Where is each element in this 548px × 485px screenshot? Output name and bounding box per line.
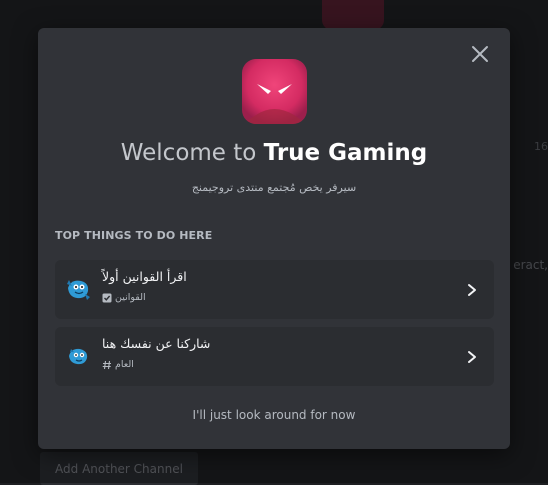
- welcome-modal: Welcome to True Gaming سيرفر يخص مُجتمع …: [38, 28, 510, 449]
- section-heading: TOP THINGS TO DO HERE: [55, 229, 213, 242]
- task-channel-name: العام: [115, 359, 134, 370]
- blue-creature-icon: [65, 343, 91, 369]
- server-name: True Gaming: [263, 140, 428, 166]
- rules-check-icon: [102, 293, 112, 303]
- task-channel: العام: [102, 359, 134, 370]
- welcome-prefix: Welcome to: [120, 140, 264, 166]
- task-card-introduce[interactable]: شاركنا عن نفسك هنا العام: [55, 327, 494, 386]
- server-icon: [242, 59, 307, 124]
- chevron-right-icon: [467, 349, 477, 363]
- task-card-rules[interactable]: اقرأ القوانين أولاً القوانين: [55, 260, 494, 319]
- hashtag-icon: [102, 360, 112, 370]
- task-title: اقرأ القوانين أولاً: [102, 269, 187, 284]
- server-description: سيرفر يخص مُجتمع منتدى تروجيمنج: [191, 181, 357, 194]
- task-channel: القوانين: [102, 292, 146, 303]
- task-title: شاركنا عن نفسك هنا: [102, 336, 211, 351]
- welcome-title: Welcome to True Gaming: [38, 140, 510, 166]
- chevron-right-icon: [467, 282, 477, 296]
- skip-link[interactable]: I'll just look around for now: [38, 408, 510, 422]
- close-icon[interactable]: [468, 42, 492, 66]
- task-channel-name: القوانين: [115, 292, 146, 303]
- blue-creature-icon: [65, 276, 91, 302]
